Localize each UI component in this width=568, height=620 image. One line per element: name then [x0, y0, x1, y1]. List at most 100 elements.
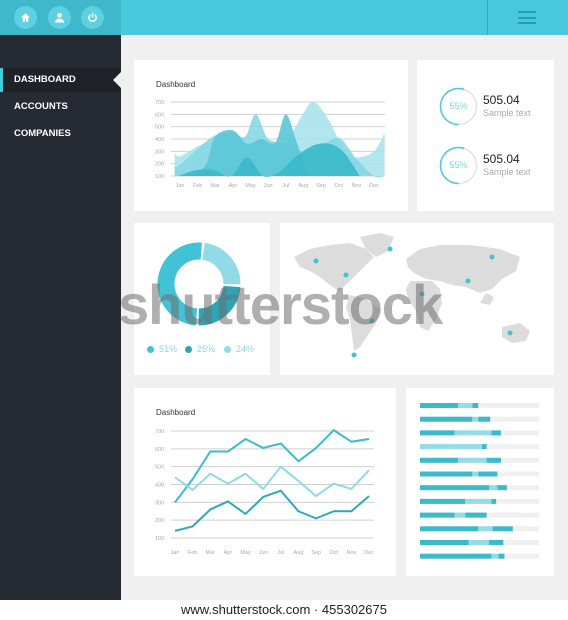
bar-segment: [489, 540, 504, 545]
x-tick-label: Jun: [259, 550, 268, 556]
bar-segment: [420, 457, 459, 463]
sidebar-item-dashboard[interactable]: DASHBOARD: [0, 68, 121, 92]
x-tick-label: Jan: [176, 183, 185, 189]
x-tick-label: Feb: [193, 183, 202, 189]
y-tick-label: 400: [155, 137, 164, 143]
y-tick-label: 500: [155, 465, 164, 471]
x-tick-label: Nov: [346, 550, 356, 556]
area-chart: 700 600 500 400 300 200 100 Jan Feb Mar Apr May Jun J…: [155, 100, 385, 189]
bar-segment: [458, 457, 487, 463]
area-chart-card: Dashboard 700 600 500 400 300 200 100 Jan Feb Mar…: [134, 60, 408, 211]
user-button[interactable]: [48, 6, 71, 29]
x-tick-label: Nov: [351, 183, 361, 189]
stat-label: Sample text: [483, 108, 531, 118]
bar-list-card: [406, 388, 554, 576]
x-tick-label: May: [240, 550, 251, 556]
home-icon: [21, 13, 30, 22]
legend-label: 24%: [236, 344, 255, 354]
bar-segment: [420, 485, 490, 491]
bar-segment: [491, 430, 501, 436]
legend-dot: [147, 345, 154, 353]
top-header: [121, 0, 568, 35]
legend-label: 51%: [159, 344, 178, 354]
bar-segment: [492, 526, 513, 532]
donut-slice: [198, 285, 241, 326]
bar-segment: [472, 471, 479, 477]
bar-segment: [420, 471, 473, 477]
line-series: [174, 465, 370, 498]
stat-item: 55% 505.04 Sample text: [439, 146, 549, 186]
stat-label: Sample text: [483, 167, 531, 177]
bar-segment: [478, 471, 498, 477]
donut-chart: [157, 242, 241, 326]
x-tick-label: Aug: [294, 550, 304, 556]
bar-segment: [420, 430, 455, 436]
stats-card: 55% 505.04 Sample text 55% 505.04 Sample…: [417, 60, 554, 211]
bar-segment: [478, 526, 493, 532]
header-divider: [487, 0, 488, 35]
y-tick-label: 300: [155, 149, 164, 155]
legend-dot: [224, 345, 231, 353]
bar-segment: [454, 512, 466, 518]
bar-segment: [489, 485, 498, 491]
bar-segment: [498, 553, 505, 559]
home-button[interactable]: [14, 6, 37, 29]
x-tick-label: Dec: [369, 183, 379, 189]
bar-segment: [458, 403, 473, 408]
legend-label: 25%: [197, 344, 216, 354]
sidebar: DASHBOARD ACCOUNTS COMPANIES: [0, 35, 121, 600]
power-button[interactable]: [81, 6, 104, 29]
y-tick-label: 200: [155, 518, 164, 524]
bar-segment: [420, 540, 469, 545]
x-tick-label: Apr: [224, 550, 233, 556]
line-chart: 700 600 500 400 300 200 100 Jan Feb Mar Apr May Jun J…: [155, 429, 374, 556]
stat-value: 505.04: [483, 93, 520, 107]
y-tick-label: 200: [155, 162, 164, 168]
stat-percent: 55%: [449, 101, 468, 111]
hamburger-menu-icon[interactable]: [518, 11, 536, 24]
x-tick-label: Mar: [206, 550, 216, 556]
y-tick-label: 600: [155, 112, 164, 118]
legend-item: 25%: [185, 344, 215, 354]
y-tick-label: 600: [155, 447, 164, 453]
y-tick-label: 500: [155, 125, 164, 131]
y-tick-label: 100: [155, 536, 164, 542]
legend-item: 51%: [147, 344, 177, 354]
bar-segment: [491, 498, 497, 504]
donut-slice: [201, 242, 241, 285]
bar-segment: [472, 403, 479, 408]
x-tick-label: Jun: [264, 183, 273, 189]
bar-segment: [472, 416, 479, 422]
bar-segment: [481, 444, 487, 450]
bar-segment: [468, 540, 490, 545]
stat-value: 505.04: [483, 152, 520, 166]
stacked-bar-chart: [420, 403, 539, 559]
x-tick-label: Oct: [329, 550, 338, 556]
y-tick-label: 700: [155, 429, 164, 435]
sidebar-item-accounts[interactable]: ACCOUNTS: [0, 95, 121, 119]
x-tick-label: Apr: [229, 183, 238, 189]
stat-percent: 55%: [449, 160, 468, 170]
stat-item: 55% 505.04 Sample text: [439, 87, 549, 127]
y-tick-label: 400: [155, 483, 164, 489]
donut-slice: [157, 242, 202, 326]
x-tick-label: Oct: [334, 183, 343, 189]
y-tick-label: 100: [155, 174, 164, 180]
y-tick-label: 700: [155, 100, 164, 106]
legend-dot: [185, 345, 192, 353]
bar-segment: [465, 498, 492, 504]
bar-segment: [497, 485, 507, 491]
bar-segment: [454, 430, 492, 436]
user-icon: [55, 12, 64, 23]
footer-watermark: www.shutterstock.com · 455302675: [0, 600, 568, 620]
sidebar-item-companies[interactable]: COMPANIES: [0, 122, 121, 146]
y-tick-label: 300: [155, 500, 164, 506]
bar-segment: [486, 457, 501, 463]
bar-segment: [420, 403, 459, 408]
bar-segment: [420, 526, 479, 532]
donut-card: 51% 25% 24%: [134, 223, 270, 375]
line-series: [174, 489, 370, 532]
power-icon: [88, 12, 97, 23]
bar-segment: [465, 512, 487, 518]
world-map: [294, 233, 530, 358]
